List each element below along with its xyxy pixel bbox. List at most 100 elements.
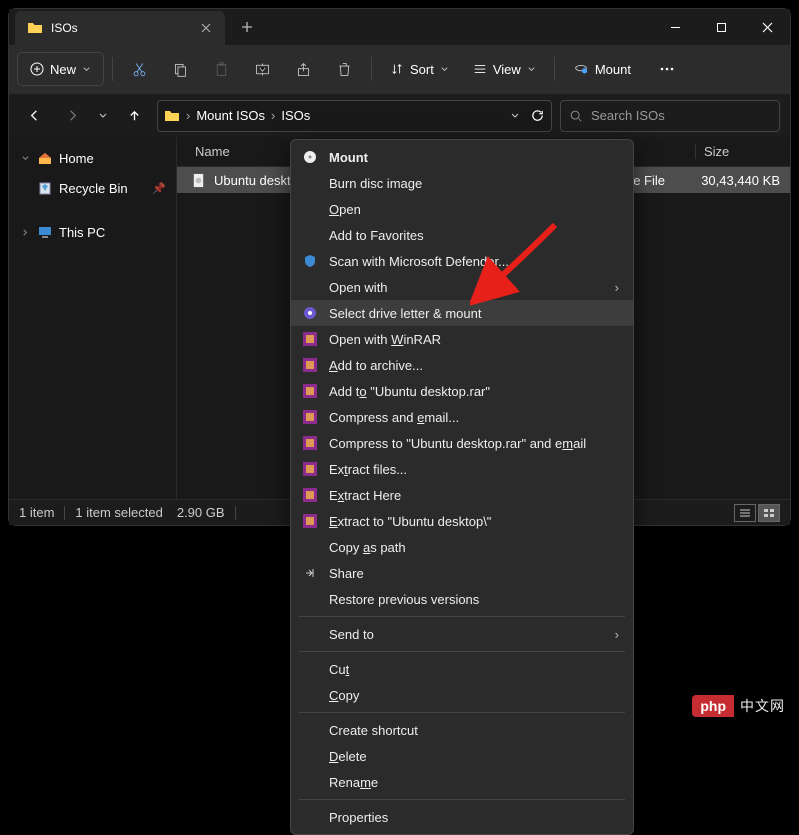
menu-delete[interactable]: Delete	[291, 743, 633, 769]
home-icon	[37, 150, 53, 166]
share-icon	[301, 564, 319, 582]
titlebar: ISOs	[9, 9, 790, 45]
winrar-icon	[301, 408, 319, 426]
menu-mount[interactable]: Mount	[291, 144, 633, 170]
menu-rename[interactable]: Rename	[291, 769, 633, 795]
chevron-right-icon[interactable]	[19, 228, 31, 237]
status-count: 1 item	[19, 505, 54, 520]
sidebar: Home Recycle Bin 📌 This PC	[9, 137, 177, 499]
chevron-right-icon: ›	[271, 108, 275, 123]
breadcrumb-item[interactable]: Mount ISOs	[196, 108, 265, 123]
view-large-button[interactable]	[758, 504, 780, 522]
menu-add-to-rar[interactable]: Add to "Ubuntu desktop.rar"	[291, 378, 633, 404]
chevron-right-icon: ›	[615, 280, 619, 295]
mount-button[interactable]: Mount	[563, 52, 641, 86]
tab-title: ISOs	[51, 21, 191, 35]
menu-create-shortcut[interactable]: Create shortcut	[291, 717, 633, 743]
iso-file-icon	[191, 173, 206, 188]
tab-active[interactable]: ISOs	[15, 11, 225, 45]
up-button[interactable]	[119, 101, 149, 131]
menu-sendto[interactable]: Send to›	[291, 621, 633, 647]
sidebar-item-home[interactable]: Home	[9, 143, 176, 173]
sort-label: Sort	[410, 62, 434, 77]
view-details-button[interactable]	[734, 504, 756, 522]
context-menu: Mount Burn disc image Open Add to Favori…	[290, 139, 634, 835]
menu-restore[interactable]: Restore previous versions	[291, 586, 633, 612]
menu-burn[interactable]: Burn disc image	[291, 170, 633, 196]
close-window-button[interactable]	[744, 9, 790, 45]
mount-label: Mount	[595, 62, 631, 77]
folder-icon	[27, 20, 43, 36]
drivemount-icon	[301, 304, 319, 322]
winrar-icon	[301, 330, 319, 348]
toolbar: New Sort View Mount	[9, 45, 790, 93]
delete-button[interactable]	[326, 52, 363, 86]
menu-properties[interactable]: Properties	[291, 804, 633, 830]
sidebar-item-recycle[interactable]: Recycle Bin 📌	[9, 173, 176, 203]
more-button[interactable]	[649, 52, 685, 86]
watermark-text: 中文网	[740, 696, 785, 716]
new-label: New	[50, 62, 76, 77]
address-bar[interactable]: › Mount ISOs › ISOs	[157, 100, 552, 132]
pin-icon: 📌	[152, 182, 166, 195]
folder-icon	[164, 108, 180, 124]
menu-cut[interactable]: Cut	[291, 656, 633, 682]
winrar-icon	[301, 512, 319, 530]
menu-defender[interactable]: Scan with Microsoft Defender...	[291, 248, 633, 274]
maximize-button[interactable]	[698, 9, 744, 45]
cut-button[interactable]	[121, 52, 158, 86]
rename-button[interactable]	[244, 52, 281, 86]
share-button[interactable]	[285, 52, 322, 86]
disc-icon	[301, 148, 319, 166]
menu-open[interactable]: Open	[291, 196, 633, 222]
menu-openwith[interactable]: Open with›	[291, 274, 633, 300]
column-size[interactable]: Size	[695, 144, 790, 159]
search-placeholder: Search ISOs	[591, 108, 665, 123]
menu-extract-files[interactable]: Extract files...	[291, 456, 633, 482]
back-button[interactable]	[19, 101, 49, 131]
winrar-icon	[301, 434, 319, 452]
menu-extract-to[interactable]: Extract to "Ubuntu desktop\"	[291, 508, 633, 534]
chevron-right-icon: ›	[186, 108, 190, 123]
view-button[interactable]: View	[463, 52, 546, 86]
menu-compress-email[interactable]: Compress and email...	[291, 404, 633, 430]
new-tab-button[interactable]	[231, 11, 263, 43]
new-button[interactable]: New	[17, 52, 104, 86]
copy-button[interactable]	[162, 52, 199, 86]
refresh-button[interactable]	[530, 108, 545, 123]
status-selected: 1 item selected	[75, 505, 162, 520]
paste-button[interactable]	[203, 52, 240, 86]
menu-select-drive-letter[interactable]: Select drive letter & mount	[291, 300, 633, 326]
view-label: View	[493, 62, 521, 77]
menu-share[interactable]: Share	[291, 560, 633, 586]
menu-extract-here[interactable]: Extract Here	[291, 482, 633, 508]
menu-copy[interactable]: Copy	[291, 682, 633, 708]
watermark: php 中文网	[692, 695, 785, 717]
menu-favorites[interactable]: Add to Favorites	[291, 222, 633, 248]
watermark-badge: php	[692, 695, 734, 717]
winrar-icon	[301, 460, 319, 478]
search-input[interactable]: Search ISOs	[560, 100, 780, 132]
history-dropdown[interactable]	[510, 111, 520, 121]
close-tab-button[interactable]	[199, 21, 213, 35]
status-size: 2.90 GB	[177, 505, 225, 520]
breadcrumb-item[interactable]: ISOs	[281, 108, 310, 123]
menu-copy-path[interactable]: Copy as path	[291, 534, 633, 560]
forward-button[interactable]	[57, 101, 87, 131]
winrar-icon	[301, 356, 319, 374]
winrar-icon	[301, 486, 319, 504]
menu-open-winrar[interactable]: Open with WinRAR	[291, 326, 633, 352]
minimize-button[interactable]	[652, 9, 698, 45]
sidebar-item-thispc[interactable]: This PC	[9, 217, 176, 247]
window-controls	[652, 9, 790, 45]
chevron-down-icon[interactable]	[19, 154, 31, 163]
menu-compress-to-email[interactable]: Compress to "Ubuntu desktop.rar" and ema…	[291, 430, 633, 456]
sort-button[interactable]: Sort	[380, 52, 459, 86]
search-icon	[569, 109, 583, 123]
recycle-icon	[37, 180, 53, 196]
shield-icon	[301, 252, 319, 270]
chevron-right-icon: ›	[615, 627, 619, 642]
menu-add-archive[interactable]: Add to archive...	[291, 352, 633, 378]
winrar-icon	[301, 382, 319, 400]
recent-button[interactable]	[95, 101, 111, 131]
